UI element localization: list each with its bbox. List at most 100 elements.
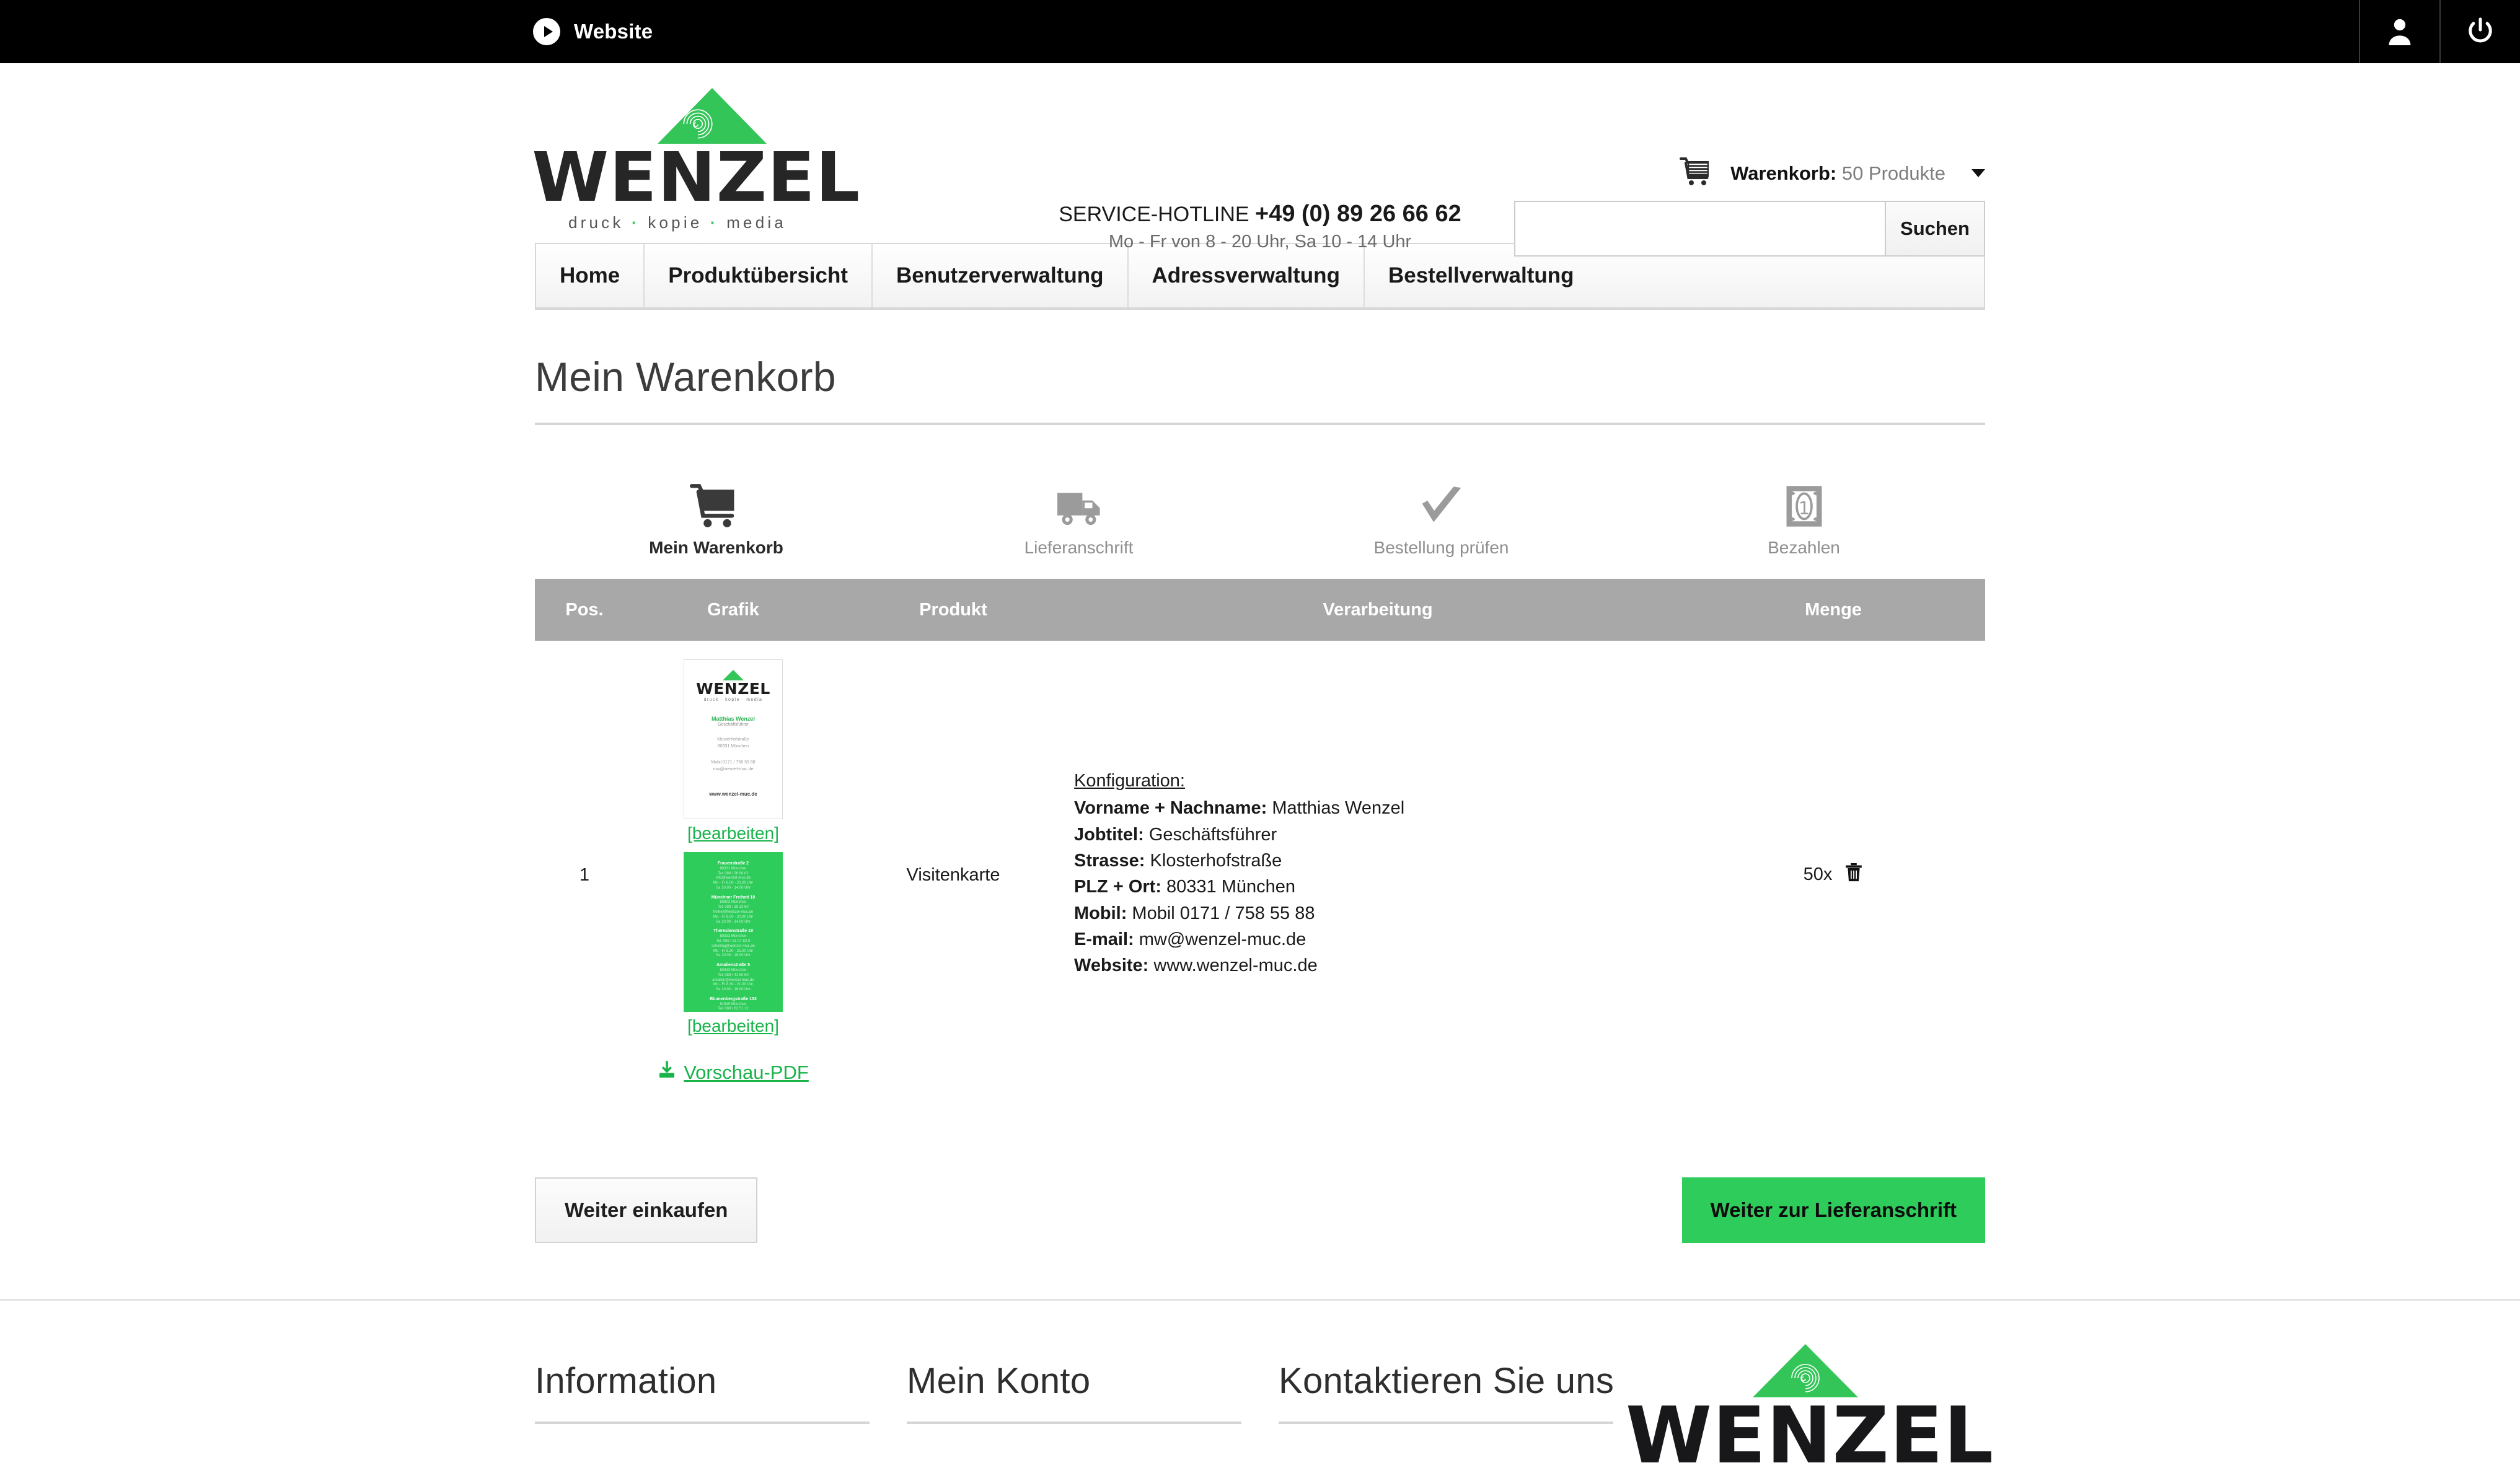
- top-bar-actions: [2359, 0, 2520, 63]
- continue-shopping-button[interactable]: Weiter einkaufen: [535, 1177, 758, 1243]
- hotline-main: SERVICE-HOTLINE +49 (0) 89 26 66 62: [981, 201, 1539, 227]
- account-button[interactable]: [2359, 0, 2439, 63]
- konfiguration-key-website: Website:: [1074, 956, 1149, 976]
- hotline-label: SERVICE-HOTLINE: [1059, 203, 1249, 226]
- page-body: WENZEL druck · kopie · media SERVICE-HOT…: [0, 63, 2520, 1474]
- nav-item-home[interactable]: Home: [536, 244, 645, 307]
- column-header-produkt: Produkt: [832, 579, 1074, 641]
- business-card-front-thumbnail[interactable]: WENZEL druck · kopie · media Matthias We…: [683, 659, 783, 819]
- hotline-number: +49 (0) 89 26 66 62: [1255, 201, 1461, 227]
- content-container: WENZEL druck · kopie · media SERVICE-HOT…: [532, 63, 1985, 1299]
- column-header-menge: Menge: [1681, 579, 1985, 641]
- footer-column-mein-konto: Mein Konto: [907, 1360, 1279, 1424]
- back-location-1: Frauenstraße 2 80331 München Tel. 089 / …: [697, 861, 770, 891]
- footer-rule-mein-konto: [907, 1422, 1241, 1424]
- download-icon: [658, 1060, 676, 1084]
- chevron-down-icon[interactable]: [1972, 169, 1985, 177]
- konfiguration-value-website: www.wenzel-muc.de: [1153, 956, 1318, 976]
- step-label-mein-warenkorb: Mein Warenkorb: [649, 538, 783, 557]
- konfiguration-key-email: E-mail:: [1074, 929, 1134, 949]
- mini-card-web: www.wenzel-muc.de: [709, 791, 757, 797]
- mini-logo-triangle-icon: [722, 670, 744, 680]
- mini-card-job: Geschäftsführer: [718, 723, 749, 727]
- search-input[interactable]: [1515, 202, 1885, 255]
- website-link-label: Website: [574, 20, 653, 43]
- konfiguration-key-name: Vorname + Nachname:: [1074, 798, 1267, 819]
- svg-text:1: 1: [1798, 498, 1809, 519]
- edit-back-link[interactable]: [bearbeiten]: [658, 1016, 809, 1036]
- back-location-5-title: Blumenbergstraße 133: [710, 996, 757, 1001]
- column-header-grafik: Grafik: [634, 579, 832, 641]
- cell-menge: 50x: [1681, 641, 1985, 1109]
- play-circle-icon: [533, 18, 560, 45]
- konfiguration-value-mobil: Mobil 0171 / 758 55 88: [1132, 903, 1315, 923]
- konfiguration-row-strasse: Strasse: Klosterhofstraße: [1074, 848, 1681, 874]
- cell-verarbeitung: Konfiguration: Vorname + Nachname: Matth…: [1074, 641, 1681, 1109]
- nav-item-produktuebersicht[interactable]: Produktübersicht: [645, 244, 873, 307]
- konfiguration-value-plz: 80331 München: [1166, 877, 1296, 897]
- back-location-2: Münchner Freiheit 10 80802 München Tel. …: [697, 895, 770, 925]
- cart-label-text: Warenkorb:: [1730, 162, 1837, 184]
- website-link[interactable]: Website: [533, 18, 653, 45]
- step-label-bestellung-pruefen: Bestellung prüfen: [1373, 538, 1509, 557]
- power-icon: [2466, 17, 2495, 46]
- footer-container: Information Mein Konto Kontaktieren Sie …: [535, 1301, 1993, 1474]
- footer-logo-wordmark: WENZEL: [1626, 1390, 1994, 1481]
- konfiguration-row-name: Vorname + Nachname: Matthias Wenzel: [1074, 795, 1681, 821]
- back-location-5-lines: 81549 München Tel. 089 / 62 51 12 blumen…: [718, 1002, 749, 1011]
- mini-logo-word: WENZEL: [696, 680, 770, 698]
- footer-logo-triangle-wrap: [1626, 1344, 1985, 1399]
- back-location-3: Theresienstraße 19 80333 München Tel. 08…: [697, 929, 770, 959]
- quantity-value: 50x: [1803, 864, 1833, 884]
- cart-table-body: 1 WENZEL druck · kopie · media Matthias …: [535, 641, 1985, 1109]
- logout-button[interactable]: [2439, 0, 2520, 63]
- footer-column-information: Information: [535, 1360, 907, 1424]
- footer-heading-mein-konto: Mein Konto: [907, 1361, 1091, 1401]
- footer-rule-information: [535, 1422, 870, 1424]
- site-header: WENZEL druck · kopie · media SERVICE-HOT…: [532, 63, 1985, 257]
- footer-logo: WENZEL: [1626, 1344, 1994, 1481]
- search-button[interactable]: Suchen: [1885, 202, 1984, 255]
- preview-pdf-link[interactable]: Vorschau-PDF: [658, 1060, 809, 1084]
- konfiguration-title: Konfiguration:: [1074, 771, 1185, 791]
- banknote-icon: 1: [1779, 462, 1829, 529]
- konfiguration-value-jobtitel: Geschäftsführer: [1148, 824, 1277, 845]
- site-logo[interactable]: WENZEL druck · kopie · media: [532, 88, 860, 232]
- business-card-back-thumbnail[interactable]: Frauenstraße 2 80331 München Tel. 089 / …: [683, 852, 783, 1012]
- mini-card-email: mw@wenzel-muc.de: [713, 767, 754, 771]
- checkout-steps: Mein Warenkorb Lieferanschrift Bestellun…: [535, 462, 1985, 564]
- step-bezahlen[interactable]: 1 Bezahlen: [1623, 462, 1985, 558]
- nav-item-adressverwaltung[interactable]: Adressverwaltung: [1129, 244, 1365, 307]
- mini-logo-tagline: druck · kopie · media: [703, 698, 763, 702]
- shopping-cart-icon: [1680, 156, 1714, 190]
- column-header-verarbeitung: Verarbeitung: [1074, 579, 1681, 641]
- step-label-bezahlen: Bezahlen: [1768, 538, 1840, 557]
- continue-to-delivery-button[interactable]: Weiter zur Lieferanschrift: [1681, 1177, 1985, 1243]
- check-icon: [1415, 462, 1468, 529]
- mini-card-address: Klosterhofstraße 80331 München: [690, 737, 776, 750]
- konfiguration-key-strasse: Strasse:: [1074, 851, 1145, 871]
- konfiguration-key-mobil: Mobil:: [1074, 903, 1127, 923]
- delete-item-button[interactable]: [1844, 863, 1863, 887]
- cart-summary[interactable]: Warenkorb: 50 Produkte: [1680, 156, 1985, 190]
- mini-card-front: WENZEL druck · kopie · media Matthias We…: [684, 660, 782, 803]
- user-icon: [2386, 17, 2413, 46]
- konfiguration-key-plz: PLZ + Ort:: [1074, 877, 1161, 897]
- cart-table-head: Pos. Grafik Produkt Verarbeitung Menge: [535, 579, 1985, 641]
- page-title: Mein Warenkorb: [535, 354, 836, 400]
- service-hotline: SERVICE-HOTLINE +49 (0) 89 26 66 62 Mo -…: [981, 201, 1539, 252]
- trash-icon: [1844, 863, 1863, 887]
- nav-item-benutzerverwaltung[interactable]: Benutzerverwaltung: [873, 244, 1129, 307]
- preview-pdf-label: Vorschau-PDF: [684, 1061, 809, 1083]
- cart-summary-label: Warenkorb: 50 Produkte: [1730, 162, 1945, 185]
- step-bestellung-pruefen[interactable]: Bestellung prüfen: [1260, 462, 1623, 558]
- mini-card-mobile: Mobil 0171 / 758 55 88: [711, 760, 756, 765]
- step-lieferanschrift[interactable]: Lieferanschrift: [897, 462, 1260, 558]
- back-location-3-lines: 80333 München Tel. 089 / 51 07 82 0 sche…: [712, 934, 755, 958]
- mini-card-name: Matthias Wenzel: [712, 716, 755, 722]
- step-mein-warenkorb[interactable]: Mein Warenkorb: [535, 462, 897, 558]
- logo-triangle-wrap: [535, 88, 820, 145]
- back-location-1-title: Frauenstraße 2: [717, 861, 749, 866]
- footer-heading-information: Information: [535, 1361, 717, 1401]
- edit-front-link[interactable]: [bearbeiten]: [658, 824, 809, 843]
